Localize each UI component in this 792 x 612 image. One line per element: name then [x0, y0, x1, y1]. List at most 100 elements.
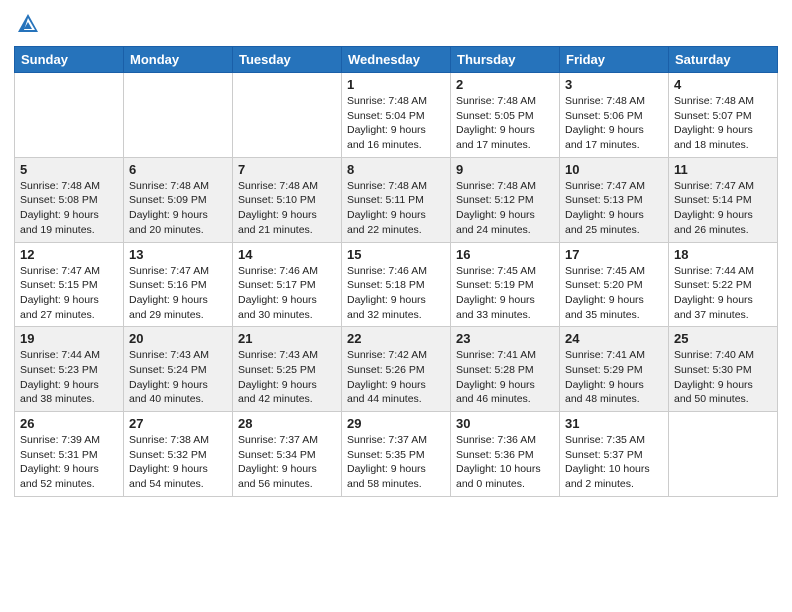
calendar-cell: 30 Sunrise: 7:36 AM Sunset: 5:36 PM Dayli…: [451, 412, 560, 497]
page-container: SundayMondayTuesdayWednesdayThursdayFrid…: [0, 0, 792, 511]
day-number: 26: [20, 416, 118, 431]
day-info: Sunrise: 7:48 AM Sunset: 5:06 PM Dayligh…: [565, 94, 663, 153]
calendar-week-row: 12Sunrise: 7:47 AM Sunset: 5:15 PM Dayli…: [15, 242, 778, 327]
day-info: Sunrise: 7:42 AM Sunset: 5:26 PM Dayligh…: [347, 348, 445, 407]
logo-icon: [14, 10, 42, 38]
calendar-week-row: 26 Sunrise: 7:39 AM Sunset: 5:31 PM Dayli…: [15, 412, 778, 497]
calendar-cell: 4 Sunrise: 7:48 AM Sunset: 5:07 PM Daylig…: [669, 73, 778, 158]
day-number: 9: [456, 162, 554, 177]
day-number: 29: [347, 416, 445, 431]
day-number: 24: [565, 331, 663, 346]
calendar-table: SundayMondayTuesdayWednesdayThursdayFrid…: [14, 46, 778, 497]
day-number: 23: [456, 331, 554, 346]
day-info: Sunrise: 7:47 AM Sunset: 5:16 PM Dayligh…: [129, 264, 227, 323]
day-info: Sunrise: 7:48 AM Sunset: 5:08 PM Dayligh…: [20, 179, 118, 238]
day-info: Sunrise: 7:35 AM Sunset: 5:37 PM Dayligh…: [565, 433, 663, 492]
day-info: Sunrise: 7:47 AM Sunset: 5:13 PM Dayligh…: [565, 179, 663, 238]
calendar-cell: 6 Sunrise: 7:48 AM Sunset: 5:09 PM Daylig…: [124, 157, 233, 242]
day-number: 30: [456, 416, 554, 431]
calendar-cell: 31 Sunrise: 7:35 AM Sunset: 5:37 PM Dayli…: [560, 412, 669, 497]
day-info: Sunrise: 7:37 AM Sunset: 5:34 PM Dayligh…: [238, 433, 336, 492]
calendar-cell: 17Sunrise: 7:45 AM Sunset: 5:20 PM Dayli…: [560, 242, 669, 327]
calendar-cell: 25 Sunrise: 7:40 AM Sunset: 5:30 PM Dayli…: [669, 327, 778, 412]
day-info: Sunrise: 7:43 AM Sunset: 5:25 PM Dayligh…: [238, 348, 336, 407]
day-info: Sunrise: 7:41 AM Sunset: 5:28 PM Dayligh…: [456, 348, 554, 407]
day-number: 27: [129, 416, 227, 431]
calendar-cell: 23 Sunrise: 7:41 AM Sunset: 5:28 PM Dayli…: [451, 327, 560, 412]
calendar-cell: 15Sunrise: 7:46 AM Sunset: 5:18 PM Dayli…: [342, 242, 451, 327]
day-info: Sunrise: 7:48 AM Sunset: 5:05 PM Dayligh…: [456, 94, 554, 153]
day-number: 5: [20, 162, 118, 177]
weekday-header-row: SundayMondayTuesdayWednesdayThursdayFrid…: [15, 47, 778, 73]
day-info: Sunrise: 7:44 AM Sunset: 5:23 PM Dayligh…: [20, 348, 118, 407]
day-number: 21: [238, 331, 336, 346]
day-info: Sunrise: 7:48 AM Sunset: 5:04 PM Dayligh…: [347, 94, 445, 153]
day-info: Sunrise: 7:44 AM Sunset: 5:22 PM Dayligh…: [674, 264, 772, 323]
weekday-header-monday: Monday: [124, 47, 233, 73]
day-number: 13: [129, 247, 227, 262]
calendar-cell: 12Sunrise: 7:47 AM Sunset: 5:15 PM Dayli…: [15, 242, 124, 327]
day-info: Sunrise: 7:46 AM Sunset: 5:17 PM Dayligh…: [238, 264, 336, 323]
calendar-week-row: 19Sunrise: 7:44 AM Sunset: 5:23 PM Dayli…: [15, 327, 778, 412]
calendar-cell: 20 Sunrise: 7:43 AM Sunset: 5:24 PM Dayli…: [124, 327, 233, 412]
day-number: 2: [456, 77, 554, 92]
day-info: Sunrise: 7:48 AM Sunset: 5:09 PM Dayligh…: [129, 179, 227, 238]
day-number: 28: [238, 416, 336, 431]
day-number: 12: [20, 247, 118, 262]
weekday-header-wednesday: Wednesday: [342, 47, 451, 73]
day-info: Sunrise: 7:37 AM Sunset: 5:35 PM Dayligh…: [347, 433, 445, 492]
day-info: Sunrise: 7:45 AM Sunset: 5:20 PM Dayligh…: [565, 264, 663, 323]
calendar-cell: 26 Sunrise: 7:39 AM Sunset: 5:31 PM Dayli…: [15, 412, 124, 497]
day-number: 18: [674, 247, 772, 262]
day-number: 10: [565, 162, 663, 177]
day-number: 16: [456, 247, 554, 262]
day-number: 15: [347, 247, 445, 262]
day-number: 31: [565, 416, 663, 431]
day-number: 11: [674, 162, 772, 177]
day-info: Sunrise: 7:48 AM Sunset: 5:07 PM Dayligh…: [674, 94, 772, 153]
day-number: 20: [129, 331, 227, 346]
calendar-cell: 21 Sunrise: 7:43 AM Sunset: 5:25 PM Dayli…: [233, 327, 342, 412]
day-number: 4: [674, 77, 772, 92]
weekday-header-friday: Friday: [560, 47, 669, 73]
day-info: Sunrise: 7:36 AM Sunset: 5:36 PM Dayligh…: [456, 433, 554, 492]
day-info: Sunrise: 7:40 AM Sunset: 5:30 PM Dayligh…: [674, 348, 772, 407]
calendar-cell: [669, 412, 778, 497]
day-info: Sunrise: 7:45 AM Sunset: 5:19 PM Dayligh…: [456, 264, 554, 323]
day-number: 25: [674, 331, 772, 346]
day-number: 1: [347, 77, 445, 92]
calendar-cell: 10 Sunrise: 7:47 AM Sunset: 5:13 PM Dayli…: [560, 157, 669, 242]
page-header: [14, 10, 778, 38]
calendar-cell: 1 Sunrise: 7:48 AM Sunset: 5:04 PM Daylig…: [342, 73, 451, 158]
day-number: 6: [129, 162, 227, 177]
calendar-cell: 22 Sunrise: 7:42 AM Sunset: 5:26 PM Dayli…: [342, 327, 451, 412]
calendar-cell: 16 Sunrise: 7:45 AM Sunset: 5:19 PM Dayli…: [451, 242, 560, 327]
calendar-week-row: 5 Sunrise: 7:48 AM Sunset: 5:08 PM Daylig…: [15, 157, 778, 242]
calendar-cell: 19Sunrise: 7:44 AM Sunset: 5:23 PM Dayli…: [15, 327, 124, 412]
weekday-header-tuesday: Tuesday: [233, 47, 342, 73]
calendar-cell: 7Sunrise: 7:48 AM Sunset: 5:10 PM Daylig…: [233, 157, 342, 242]
calendar-cell: 27Sunrise: 7:38 AM Sunset: 5:32 PM Dayli…: [124, 412, 233, 497]
calendar-cell: [233, 73, 342, 158]
calendar-cell: 3Sunrise: 7:48 AM Sunset: 5:06 PM Daylig…: [560, 73, 669, 158]
weekday-header-thursday: Thursday: [451, 47, 560, 73]
calendar-week-row: 1 Sunrise: 7:48 AM Sunset: 5:04 PM Daylig…: [15, 73, 778, 158]
calendar-cell: [124, 73, 233, 158]
calendar-cell: 11Sunrise: 7:47 AM Sunset: 5:14 PM Dayli…: [669, 157, 778, 242]
calendar-cell: 28 Sunrise: 7:37 AM Sunset: 5:34 PM Dayli…: [233, 412, 342, 497]
day-info: Sunrise: 7:39 AM Sunset: 5:31 PM Dayligh…: [20, 433, 118, 492]
calendar-cell: 29 Sunrise: 7:37 AM Sunset: 5:35 PM Dayli…: [342, 412, 451, 497]
day-number: 8: [347, 162, 445, 177]
calendar-cell: 9Sunrise: 7:48 AM Sunset: 5:12 PM Daylig…: [451, 157, 560, 242]
weekday-header-sunday: Sunday: [15, 47, 124, 73]
day-number: 22: [347, 331, 445, 346]
weekday-header-saturday: Saturday: [669, 47, 778, 73]
calendar-cell: [15, 73, 124, 158]
calendar-cell: 2 Sunrise: 7:48 AM Sunset: 5:05 PM Daylig…: [451, 73, 560, 158]
calendar-cell: 5 Sunrise: 7:48 AM Sunset: 5:08 PM Daylig…: [15, 157, 124, 242]
day-info: Sunrise: 7:43 AM Sunset: 5:24 PM Dayligh…: [129, 348, 227, 407]
day-info: Sunrise: 7:48 AM Sunset: 5:10 PM Dayligh…: [238, 179, 336, 238]
day-number: 14: [238, 247, 336, 262]
day-info: Sunrise: 7:41 AM Sunset: 5:29 PM Dayligh…: [565, 348, 663, 407]
calendar-cell: 24 Sunrise: 7:41 AM Sunset: 5:29 PM Dayli…: [560, 327, 669, 412]
